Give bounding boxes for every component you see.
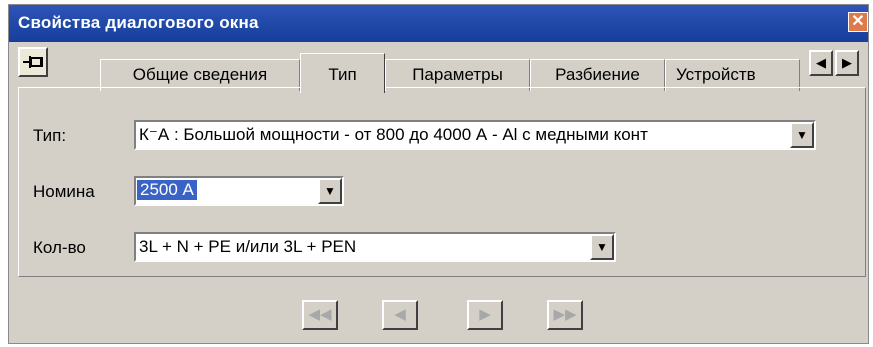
close-icon[interactable]: ✕	[848, 12, 868, 32]
chevron-down-icon[interactable]: ▼	[318, 178, 342, 204]
type-select-value: К⁻А : Большой мощности - от 800 до 4000 …	[139, 125, 648, 144]
rating-select-value: 2500 А	[136, 179, 198, 201]
tab-scroll-right-icon[interactable]: ▶	[835, 50, 859, 76]
tab-panel-type: Тип: К⁻А : Большой мощности - от 800 до …	[18, 87, 866, 277]
poles-select-value: 3L + N + PE и/или 3L + PEN	[139, 237, 357, 256]
pin-icon[interactable]	[18, 47, 48, 77]
rating-label: Номина	[33, 182, 95, 201]
tab-type[interactable]: Тип	[300, 53, 385, 93]
tab-scroll-left-icon[interactable]: ◀	[809, 50, 833, 76]
title-bar[interactable]: Свойства диалогового окна ✕	[9, 5, 868, 42]
next-record-button[interactable]: ▶	[467, 300, 503, 330]
rating-select[interactable]: 2500 А ▼	[134, 176, 344, 206]
prev-record-button[interactable]: ◀	[382, 300, 418, 330]
first-record-button[interactable]: ◀◀	[302, 300, 338, 330]
type-label: Тип:	[33, 126, 67, 145]
poles-select[interactable]: 3L + N + PE и/или 3L + PEN ▼	[134, 232, 616, 262]
chevron-down-icon[interactable]: ▼	[790, 122, 814, 148]
tab-strip: Общие сведения Тип Параметры Разбиение У…	[100, 49, 868, 93]
pin-icon-graphic	[23, 56, 43, 68]
properties-dialog: Свойства диалогового окна ✕ Общие сведен…	[8, 4, 869, 344]
last-record-button[interactable]: ▶▶	[547, 300, 583, 330]
chevron-down-icon[interactable]: ▼	[590, 234, 614, 260]
window-title: Свойства диалогового окна	[18, 13, 259, 32]
poles-label: Кол-во	[33, 238, 86, 257]
type-select[interactable]: К⁻А : Большой мощности - от 800 до 4000 …	[134, 120, 816, 150]
